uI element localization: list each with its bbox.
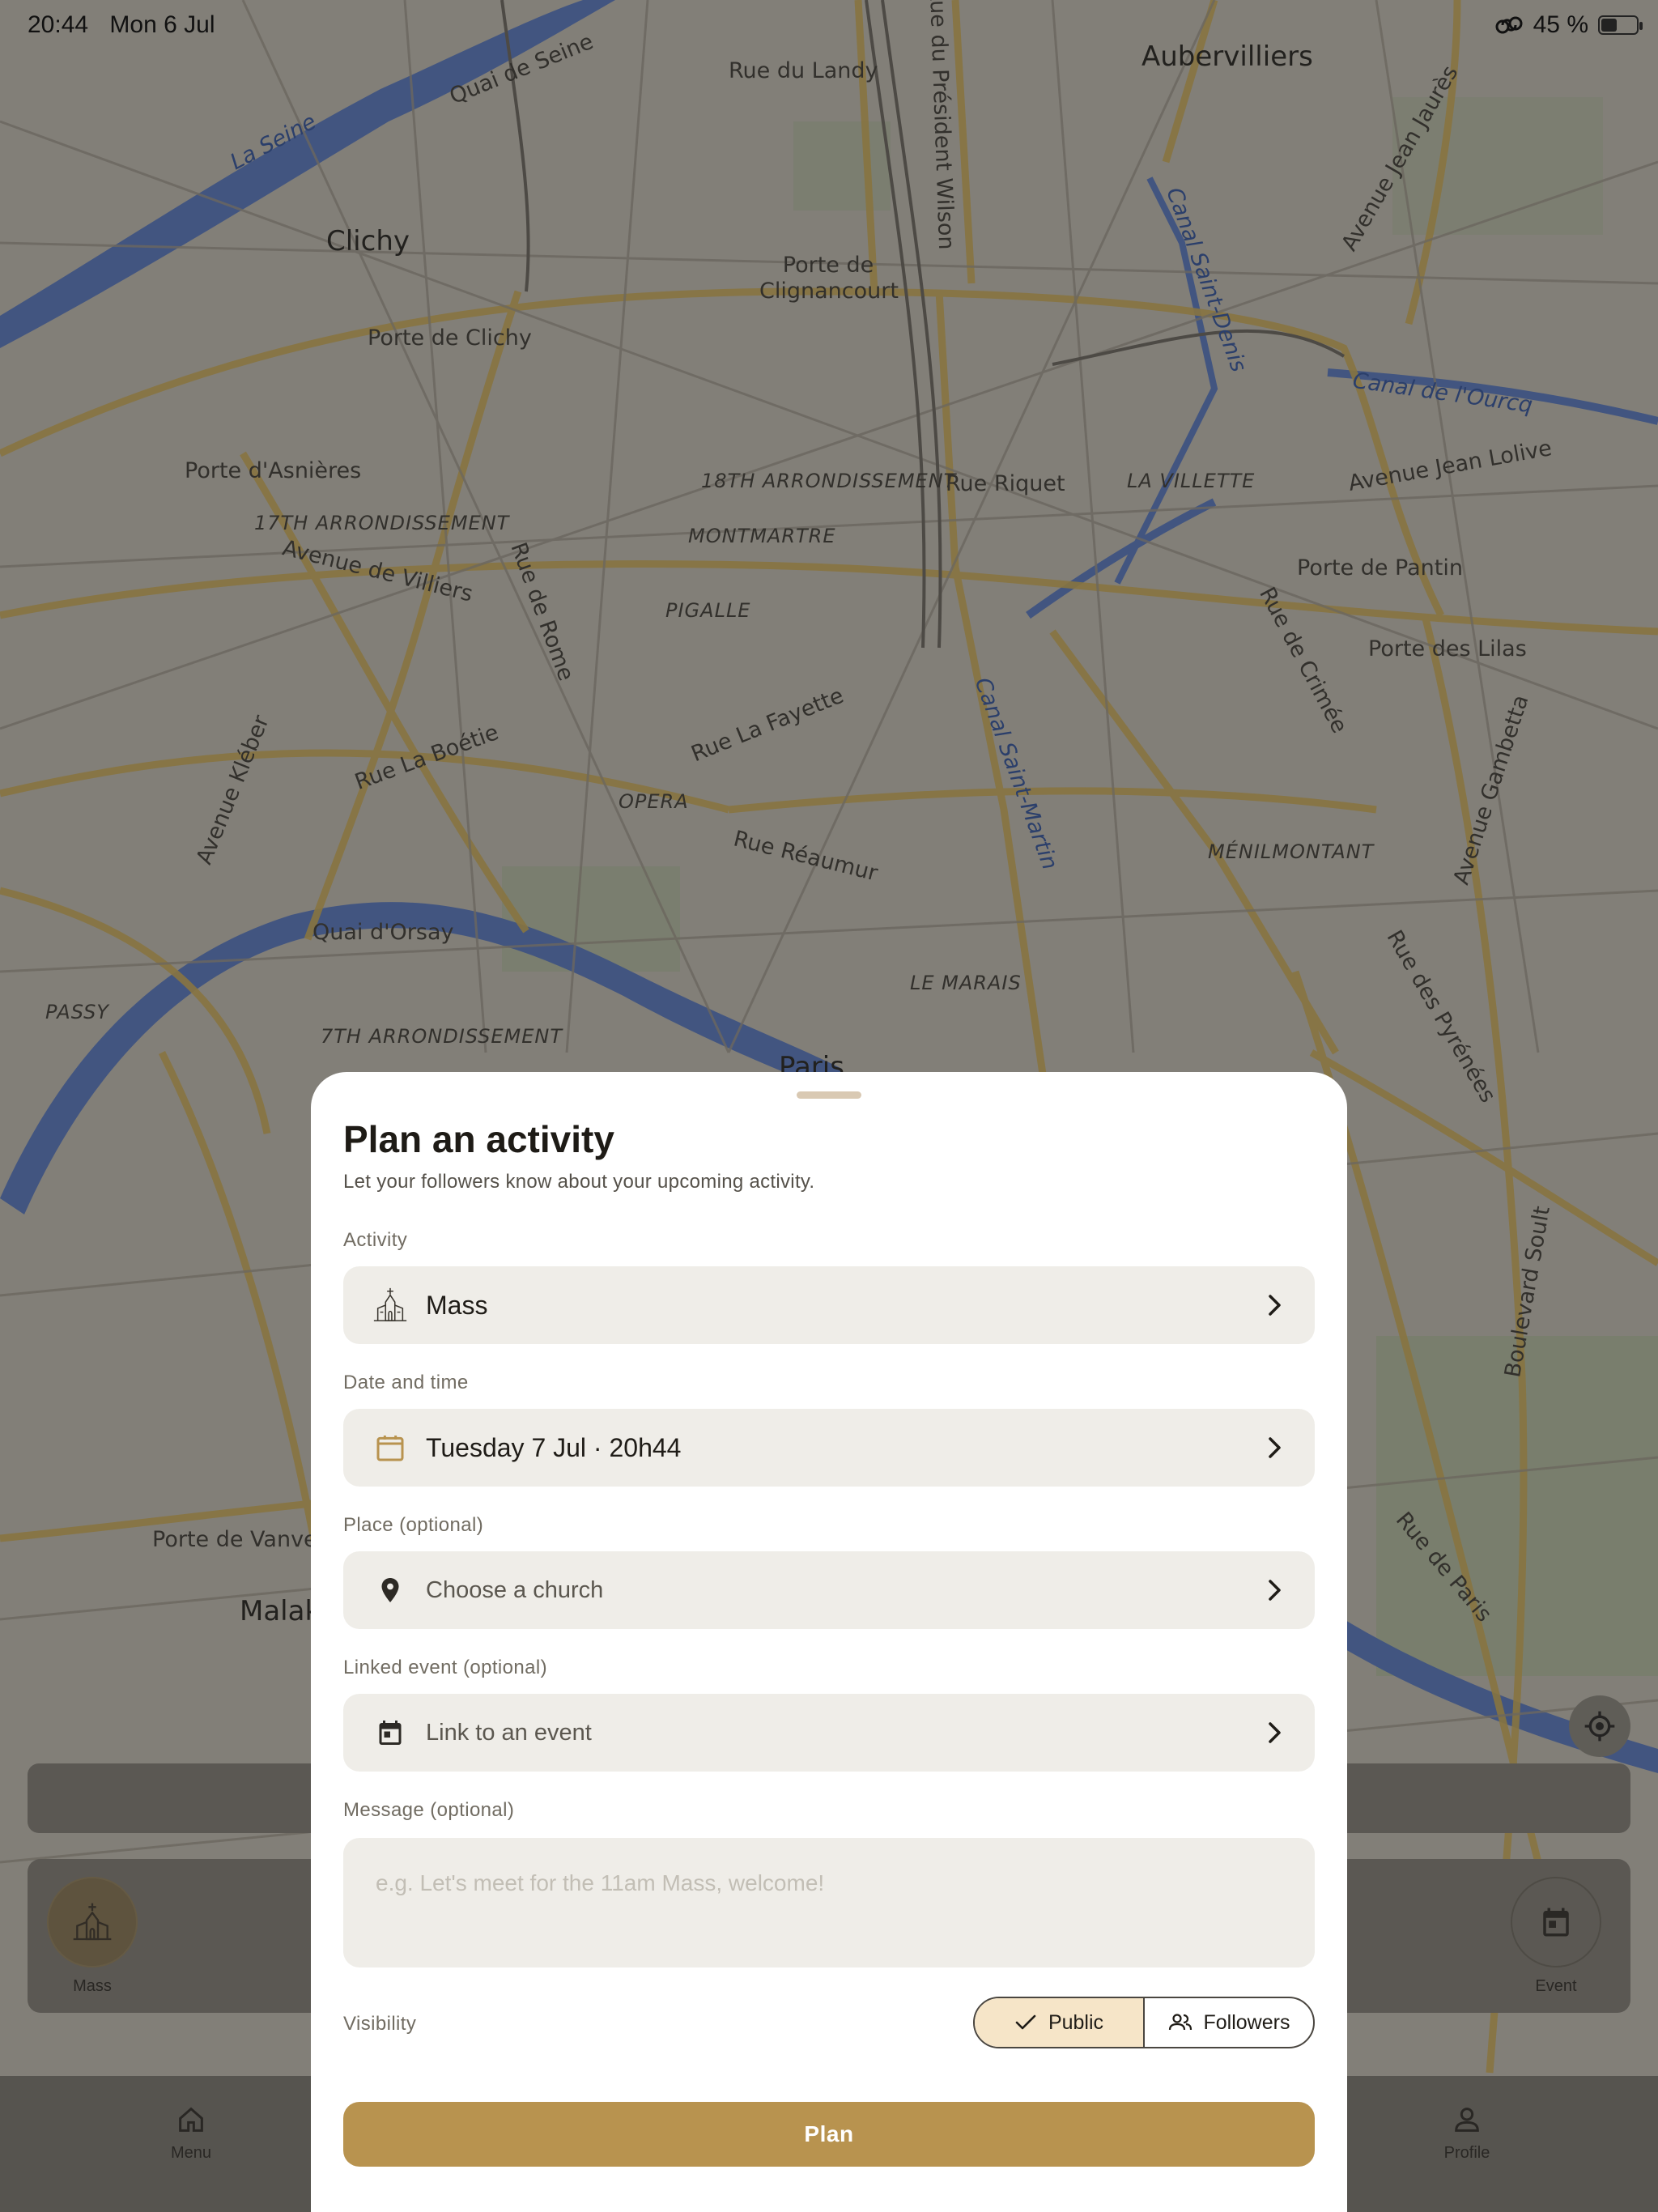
- chevron-right-icon: [1263, 1293, 1287, 1317]
- plan-button[interactable]: Plan: [343, 2102, 1315, 2167]
- activity-selector[interactable]: Mass: [343, 1266, 1315, 1344]
- activity-label: Activity: [343, 1229, 408, 1251]
- message-input[interactable]: [343, 1838, 1315, 1967]
- chevron-right-icon: [1263, 1578, 1287, 1602]
- event-calendar-icon: [371, 1718, 410, 1747]
- church-icon: [371, 1287, 410, 1324]
- sheet-grabber[interactable]: [797, 1091, 861, 1099]
- linked-event-selector[interactable]: Link to an event: [343, 1694, 1315, 1772]
- linked-event-label: Linked event (optional): [343, 1657, 548, 1678]
- status-date: Mon 6 Jul: [109, 11, 215, 38]
- visibility-followers-label: Followers: [1203, 2010, 1290, 2034]
- activity-value: Mass: [426, 1290, 488, 1320]
- sheet-subtitle: Let your followers know about your upcom…: [343, 1171, 815, 1193]
- battery-percent: 45 %: [1533, 11, 1588, 38]
- sheet-title: Plan an activity: [343, 1118, 614, 1160]
- place-placeholder: Choose a church: [426, 1576, 604, 1603]
- place-selector[interactable]: Choose a church: [343, 1551, 1315, 1629]
- battery-icon: [1598, 15, 1643, 35]
- chevron-right-icon: [1263, 1721, 1287, 1745]
- message-label: Message (optional): [343, 1799, 515, 1821]
- place-label: Place (optional): [343, 1514, 484, 1536]
- calendar-icon: [371, 1431, 410, 1464]
- link-icon: [1495, 16, 1523, 34]
- visibility-public-label: Public: [1048, 2010, 1104, 2034]
- status-bar: 20:44 Mon 6 Jul 45 %: [0, 11, 1658, 44]
- check-icon: [1015, 2014, 1036, 2030]
- plan-activity-sheet: Plan an activity Let your followers know…: [311, 1072, 1347, 2212]
- visibility-label: Visibility: [343, 2013, 417, 2035]
- people-icon: [1168, 2014, 1192, 2031]
- visibility-followers-button[interactable]: Followers: [1145, 1998, 1313, 2047]
- visibility-public-button[interactable]: Public: [975, 1998, 1145, 2047]
- linked-event-placeholder: Link to an event: [426, 1719, 592, 1746]
- status-right: 45 %: [1494, 11, 1643, 39]
- datetime-selector[interactable]: Tuesday 7 Jul · 20h44: [343, 1409, 1315, 1487]
- status-time: 20:44: [28, 11, 89, 38]
- location-pin-icon: [371, 1576, 410, 1605]
- chevron-right-icon: [1263, 1436, 1287, 1460]
- datetime-label: Date and time: [343, 1372, 469, 1393]
- status-time-date: 20:44 Mon 6 Jul: [0, 11, 215, 39]
- visibility-toggle: Public Followers: [973, 1997, 1315, 2048]
- datetime-value: Tuesday 7 Jul · 20h44: [426, 1432, 682, 1462]
- battery-level: [1601, 19, 1617, 32]
